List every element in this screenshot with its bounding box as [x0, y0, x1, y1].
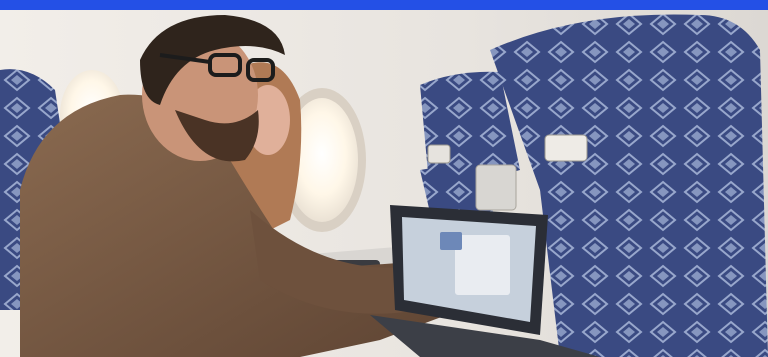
- accent-bar: [0, 0, 768, 10]
- seat-side-panel: [475, 164, 517, 211]
- airplane-cabin-photo: [0, 10, 768, 357]
- laptop-tile: [440, 232, 462, 250]
- laptop-window: [455, 235, 510, 295]
- tray-latch-right: [544, 134, 588, 162]
- tray-latch-left: [427, 144, 451, 164]
- photo-frame: [0, 0, 768, 357]
